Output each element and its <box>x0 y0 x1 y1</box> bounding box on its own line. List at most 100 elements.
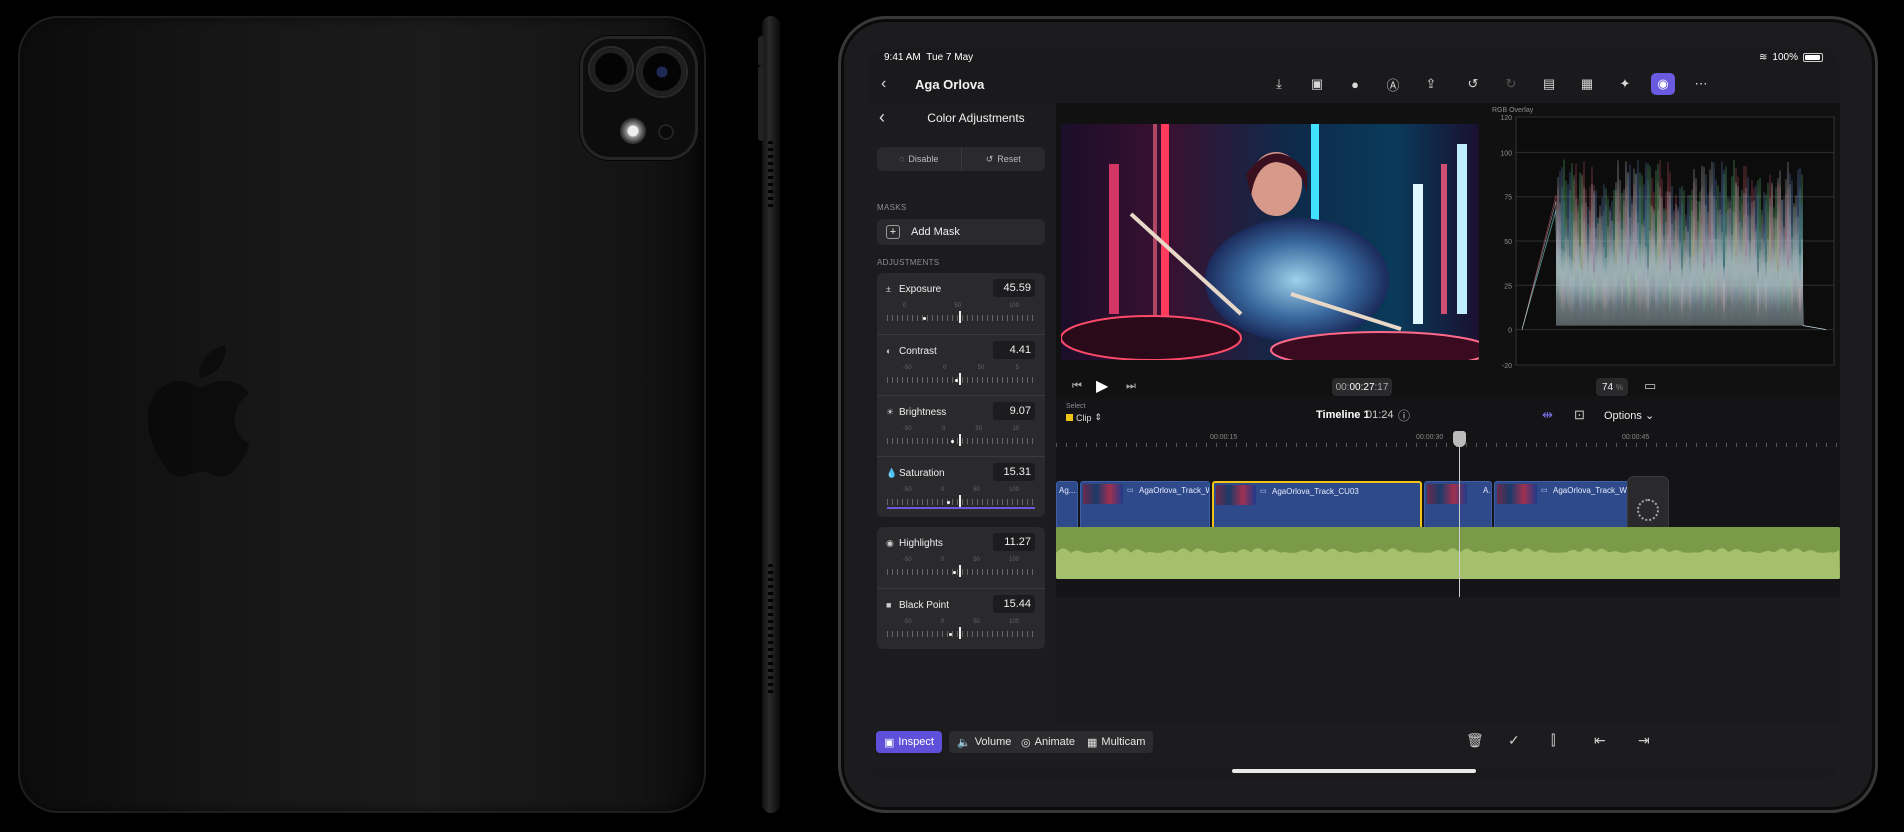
zoom-field[interactable]: 74 % <box>1596 378 1628 396</box>
multicam-icon: ▦ <box>1087 736 1098 749</box>
adjustment-group: ◉ Highlights 11.27 -50 0 50 100 ■ Black Poi… <box>877 527 1045 649</box>
photos-icon[interactable]: ▦ <box>1575 73 1599 95</box>
brightness-value-field[interactable]: 9.07 <box>993 402 1035 420</box>
rgb-overlay-scope: RGB Overlay 120 100 75 50 25 0 -20 <box>1486 103 1840 375</box>
saturation-slider[interactable]: -50 0 50 100 <box>887 487 1035 509</box>
add-mask-button[interactable]: + Add Mask <box>877 219 1045 245</box>
scope-tick-label: 75 <box>1504 195 1512 202</box>
jog-wheel-dial-icon <box>1637 499 1659 521</box>
multicam-button[interactable]: ▦ Multicam <box>1079 731 1154 753</box>
timecode-display[interactable]: 00:00:27:17 <box>1332 378 1392 396</box>
highlights-value-field[interactable]: 11.27 <box>993 533 1035 551</box>
slider-needle[interactable] <box>959 495 961 507</box>
exposure-icon: ± <box>886 284 891 294</box>
disable-button[interactable]: ◌ Disable <box>877 147 961 171</box>
inspect-button[interactable]: ▣ Inspect <box>876 731 942 753</box>
reset-icon: ↺ <box>985 153 994 164</box>
black-point-value-field[interactable]: 15.44 <box>993 595 1035 613</box>
eye-slash-icon: ◌ <box>899 154 905 164</box>
wifi-icon: ≋ <box>1759 52 1768 63</box>
exposure-slider[interactable]: 0 50 100 <box>887 303 1035 325</box>
skip-forward-icon[interactable]: ⏭ <box>1126 380 1136 393</box>
highlights-icon: ◉ <box>886 538 894 548</box>
display-options-icon[interactable]: ▭ <box>1644 378 1656 394</box>
camera-lens-icon <box>638 48 686 96</box>
slider-needle[interactable] <box>959 565 961 577</box>
bottom-toolbar: ▣ Inspect 🔈 Volume ◎ Animate ▦ Multicam 🗑 ✓ … <box>867 723 1840 769</box>
inspector-title: Color Adjustments <box>927 111 1025 125</box>
app-screen: 9:41 AM Tue 7 May ≋ 100% ‹ Aga Orlova ⤓ … <box>867 47 1840 780</box>
video-clip-icon: ▭ <box>1127 487 1134 494</box>
options-button[interactable]: Options ⌄ <box>1604 409 1654 422</box>
microphone-icon[interactable]: ● <box>1343 73 1367 95</box>
timeline-view-icon[interactable]: ⊡ <box>1574 407 1585 423</box>
black-point-icon: ■ <box>886 600 892 610</box>
select-label: Select <box>1066 403 1086 410</box>
info-icon[interactable]: ⓘ <box>1398 407 1410 424</box>
speaker-icon: 🔈 <box>957 736 971 749</box>
camera-icon[interactable]: ▣ <box>1305 73 1329 95</box>
brightness-slider[interactable]: -50 0 50 10 <box>887 426 1035 448</box>
status-date: Tue 7 May <box>926 52 974 63</box>
play-icon[interactable]: ▶ <box>1096 376 1108 396</box>
timeline-header: Select Clip ⇕ Timeline 1 01:24 ⓘ ⇹ ⊡ Opti… <box>1056 397 1840 431</box>
timeline-clip-selected[interactable]: ▭ AgaOrlova_Track_CU03 <box>1212 481 1422 533</box>
clip-selector[interactable]: Clip ⇕ <box>1066 412 1102 423</box>
undo-icon[interactable]: ↺ <box>1461 73 1485 95</box>
import-icon[interactable]: ⤓ <box>1267 73 1291 95</box>
exposure-value-field[interactable]: 45.59 <box>993 279 1035 297</box>
snapping-icon[interactable]: ⇹ <box>1542 407 1553 423</box>
timeline-clip[interactable]: ▭ AgaOrlova_Track_Wide0 <box>1494 481 1640 533</box>
trash-icon[interactable]: 🗑 <box>1466 732 1484 749</box>
inspector-icon[interactable]: ◉ <box>1651 73 1675 95</box>
audio-track[interactable] <box>1056 527 1840 579</box>
back-chevron-icon[interactable]: ‹ <box>881 75 886 93</box>
scope-tick-label: 100 <box>1500 150 1512 157</box>
browser-icon[interactable]: ▤ <box>1537 73 1561 95</box>
timeline-duration: 01:24 <box>1366 409 1394 421</box>
checkmark-icon[interactable]: ✓ <box>1508 732 1520 749</box>
chevron-down-icon: ⌄ <box>1644 410 1655 422</box>
video-preview[interactable] <box>1061 124 1479 360</box>
animate-button[interactable]: ◎ Animate <box>1013 731 1083 753</box>
more-icon[interactable]: ⋯ <box>1689 73 1713 95</box>
trim-start-icon[interactable]: ⇤ <box>1594 732 1606 749</box>
jog-wheel[interactable] <box>1628 477 1668 533</box>
effects-icon[interactable]: ✦ <box>1613 73 1637 95</box>
viewer: RGB Overlay 120 100 75 50 25 0 -20 ⏮ ▶ ⏭ 00:00… <box>1056 103 1840 443</box>
adjustment-saturation: 💧 Saturation 15.31 -50 0 50 100 <box>877 456 1045 517</box>
scope-tick-label: 25 <box>1504 283 1512 290</box>
video-clip-icon: ▭ <box>1541 487 1548 494</box>
timeline-clip[interactable]: Ag... <box>1056 481 1078 533</box>
slider-needle[interactable] <box>959 627 961 639</box>
contrast-value-field[interactable]: 4.41 <box>993 341 1035 359</box>
plus-icon: + <box>886 225 900 239</box>
home-indicator[interactable] <box>1232 769 1476 773</box>
volume-button[interactable]: 🔈 Volume <box>949 731 1020 753</box>
status-bar: 9:41 AM Tue 7 May ≋ 100% <box>867 47 1840 67</box>
slider-needle[interactable] <box>959 373 961 385</box>
playhead-handle[interactable] <box>1453 431 1466 447</box>
inspector-panel: ‹ Color Adjustments ◌ Disable ↺ Reset MASK… <box>867 103 1055 723</box>
share-icon[interactable]: ⇪ <box>1419 73 1443 95</box>
video-clip-icon: ▭ <box>1260 488 1267 495</box>
adjustment-highlights: ◉ Highlights 11.27 -50 0 50 100 <box>877 527 1045 588</box>
saturation-value-field[interactable]: 15.31 <box>993 463 1035 481</box>
redo-icon[interactable]: ↻ <box>1499 73 1523 95</box>
reset-button[interactable]: ↺ Reset <box>960 147 1046 171</box>
slider-needle[interactable] <box>959 434 961 446</box>
timeline-ruler[interactable]: 00:00:15 00:00:30 00:00:45 <box>1056 431 1840 447</box>
timeline-clip[interactable]: ▭ AgaOrlova_Track_Wid... <box>1080 481 1210 533</box>
highlights-slider[interactable]: -50 0 50 100 <box>887 557 1035 579</box>
status-time: 9:41 AM <box>884 52 921 63</box>
clip-selector-swatch-icon <box>1066 414 1073 421</box>
split-icon[interactable]: ⫿ <box>1551 732 1555 749</box>
skip-back-icon[interactable]: ⏮ <box>1072 380 1082 393</box>
titles-icon[interactable]: Ⓐ <box>1381 73 1405 95</box>
contrast-slider[interactable]: -50 0 50 5 <box>887 365 1035 387</box>
scope-tick-label: 0 <box>1508 328 1512 335</box>
timeline-clip[interactable]: A... <box>1424 481 1492 533</box>
black-point-slider[interactable]: -50 0 50 100 <box>887 619 1035 641</box>
slider-needle[interactable] <box>959 311 961 323</box>
trim-end-icon[interactable]: ⇥ <box>1638 732 1650 749</box>
